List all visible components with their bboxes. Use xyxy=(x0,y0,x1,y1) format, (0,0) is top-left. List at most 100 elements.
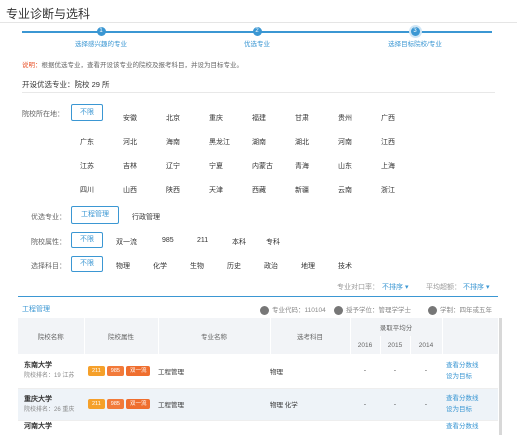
subject-option[interactable]: 生物 xyxy=(190,261,204,271)
set-target-link[interactable]: 设为目标 xyxy=(446,404,498,415)
instructions-prefix: 说明： xyxy=(22,62,42,69)
location-option[interactable]: 河南 xyxy=(338,137,352,147)
major-degree: 授予学位：管理学学士 xyxy=(334,304,411,315)
subject-option-any[interactable]: 不限 xyxy=(71,256,103,272)
location-option[interactable]: 湖南 xyxy=(252,137,266,147)
page-title: 专业诊断与选科 xyxy=(6,7,91,21)
attribute-option[interactable]: 211 xyxy=(197,237,208,244)
subject-option[interactable]: 地理 xyxy=(301,261,315,271)
opened-count: 开设优选专业：院校 29 所 xyxy=(22,80,110,89)
row-score-2014: - xyxy=(410,354,443,389)
location-option[interactable]: 黑龙江 xyxy=(209,137,230,147)
subject-option[interactable]: 政治 xyxy=(264,261,278,271)
rate-sort-label: 专业对口率： xyxy=(337,284,379,291)
location-option[interactable]: 云南 xyxy=(338,185,352,195)
location-option-any[interactable]: 不限 xyxy=(71,104,103,121)
location-option[interactable]: 青海 xyxy=(295,161,309,171)
subject-option[interactable]: 化学 xyxy=(153,261,167,271)
header-year-2016: 2016 xyxy=(350,336,381,354)
view-score-link[interactable]: 查看分数线 xyxy=(446,360,498,371)
attribute-option-any[interactable]: 不限 xyxy=(71,232,103,248)
view-score-link[interactable]: 查看分数线 xyxy=(446,393,498,404)
major-code: 专业代码：110104 xyxy=(260,304,326,315)
step-3[interactable]: 3 选择目标院校/专业 xyxy=(360,27,470,48)
subject-option[interactable]: 历史 xyxy=(227,261,241,271)
view-score-link[interactable]: 查看分数线 xyxy=(446,421,498,432)
score-sort-dropdown[interactable]: 不排序 ▾ xyxy=(463,282,489,292)
location-option[interactable]: 甘肃 xyxy=(295,113,309,123)
location-option[interactable]: 天津 xyxy=(209,185,223,195)
row-score-2014: - xyxy=(410,388,443,421)
location-option[interactable]: 浙江 xyxy=(381,185,395,195)
school-name[interactable]: 东南大学 xyxy=(24,360,84,371)
attribute-option[interactable]: 专科 xyxy=(266,237,280,247)
location-option[interactable]: 广西 xyxy=(381,113,395,123)
attribute-option[interactable]: 985 xyxy=(162,237,174,244)
location-option[interactable]: 贵州 xyxy=(338,113,352,123)
row-subject: 物理 xyxy=(270,354,350,389)
attribute-option[interactable]: 双一流 xyxy=(116,237,137,247)
attribute-filter-label: 院校属性： xyxy=(31,239,66,246)
opened-divider xyxy=(22,92,495,93)
major-name: 工程管理 xyxy=(22,306,50,313)
location-option[interactable]: 福建 xyxy=(252,113,266,123)
location-option[interactable]: 陕西 xyxy=(166,185,180,195)
score-sort-value: 不排序 xyxy=(463,284,484,291)
location-option[interactable]: 西藏 xyxy=(252,185,266,195)
location-option[interactable]: 山西 xyxy=(123,185,137,195)
major-years-text: 学制：四年或五年 xyxy=(440,307,492,314)
major-filter-label: 优选专业： xyxy=(31,214,66,221)
major-option-admin[interactable]: 行政管理 xyxy=(132,212,160,222)
step-2-label: 优选专业 xyxy=(244,41,270,48)
tag-double-first: 双一流 xyxy=(125,399,151,409)
step-3-label: 选择目标院校/专业 xyxy=(388,41,442,48)
location-option[interactable]: 新疆 xyxy=(295,185,309,195)
location-option[interactable]: 山东 xyxy=(338,161,352,171)
instructions-text: 根据优选专业，查看开设该专业的院校及报考科目，并设为目标专业。 xyxy=(41,62,244,69)
instructions: 说明：根据优选专业，查看开设该专业的院校及报考科目，并设为目标专业。 xyxy=(22,59,243,69)
scrollbar[interactable] xyxy=(499,318,502,435)
subject-filter-label: 选择科目： xyxy=(31,263,66,270)
location-option[interactable]: 江苏 xyxy=(80,161,94,171)
school-name[interactable]: 重庆大学 xyxy=(24,394,84,405)
caret-down-icon: ▾ xyxy=(485,284,490,291)
header-school: 院校名称 xyxy=(18,318,85,354)
row-score-2016: - xyxy=(350,354,380,389)
table-row: 重庆大学 院校排名：26 重庆 211 985 双一流 工程管理 物理 化学 - - … xyxy=(18,388,499,421)
school-rank: 院校排名：26 重庆 xyxy=(24,406,75,413)
location-option[interactable]: 北京 xyxy=(166,113,180,123)
location-option[interactable]: 宁夏 xyxy=(209,161,223,171)
location-option[interactable]: 吉林 xyxy=(123,161,137,171)
location-option[interactable]: 内蒙古 xyxy=(252,161,273,171)
subject-option[interactable]: 物理 xyxy=(116,261,130,271)
tag-211: 211 xyxy=(88,399,105,409)
row-subject: 物理 化学 xyxy=(270,388,350,421)
header-major: 专业名称 xyxy=(158,318,271,354)
step-2[interactable]: 2 优选专业 xyxy=(202,27,312,48)
major-code-text: 专业代码：110104 xyxy=(272,307,326,314)
score-sort-label: 平均超额： xyxy=(426,284,461,291)
rate-sort-dropdown[interactable]: 不排序 ▾ xyxy=(382,282,408,292)
major-years: 学制：四年或五年 xyxy=(428,304,492,315)
step-1[interactable]: 1 选择感兴趣的专业 xyxy=(46,27,156,48)
school-name[interactable]: 河南大学 xyxy=(24,421,84,432)
location-option[interactable]: 广东 xyxy=(80,137,94,147)
location-option[interactable]: 湖北 xyxy=(295,137,309,147)
location-option[interactable]: 辽宁 xyxy=(166,161,180,171)
tag-985: 985 xyxy=(106,365,124,376)
attribute-option[interactable]: 本科 xyxy=(232,237,246,247)
code-icon xyxy=(260,305,269,315)
location-option[interactable]: 江西 xyxy=(381,137,395,147)
major-option-selected[interactable]: 工程管理 xyxy=(71,206,119,224)
location-option[interactable]: 上海 xyxy=(381,161,395,171)
location-option[interactable]: 重庆 xyxy=(209,113,223,123)
header-subject: 选考科目 xyxy=(270,318,351,354)
row-score-2015: - xyxy=(380,354,410,389)
location-option[interactable]: 安徽 xyxy=(123,113,137,123)
set-target-link[interactable]: 设为目标 xyxy=(446,371,498,382)
clock-icon xyxy=(428,305,437,315)
location-option[interactable]: 河北 xyxy=(123,137,137,147)
location-option[interactable]: 海南 xyxy=(166,137,180,147)
subject-option[interactable]: 技术 xyxy=(338,261,352,271)
location-option[interactable]: 四川 xyxy=(80,185,94,195)
